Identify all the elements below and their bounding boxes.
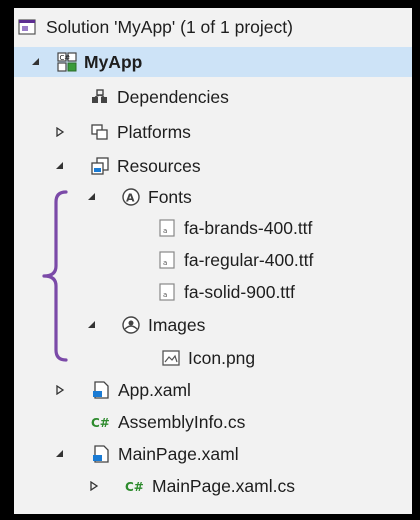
dependencies-icon (89, 86, 111, 108)
expanded-arrow-icon[interactable] (52, 446, 68, 462)
tree-item-platforms[interactable]: Platforms (14, 117, 412, 147)
tree-item-fa-solid[interactable]: a fa-solid-900.ttf (14, 277, 412, 307)
folder-icon (89, 121, 111, 143)
font-file-icon: a (156, 217, 178, 239)
tree-item-label: Fonts (148, 187, 192, 207)
images-folder-icon (120, 314, 142, 336)
solution-explorer-panel: Solution 'MyApp' (1 of 1 project) C# MyA… (14, 8, 412, 514)
tree-item-images[interactable]: Images (14, 310, 412, 340)
fonts-folder-icon: A (120, 186, 142, 208)
tree-item-fa-regular[interactable]: a fa-regular-400.ttf (14, 245, 412, 275)
collapsed-arrow-icon[interactable] (52, 382, 68, 398)
tree-item-assemblyinfo[interactable]: C# AssemblyInfo.cs (14, 407, 412, 437)
tree-item-label: fa-regular-400.ttf (184, 250, 314, 270)
tree-item-mainpage-xaml[interactable]: MainPage.xaml (14, 439, 412, 469)
tree-item-fa-brands[interactable]: a fa-brands-400.ttf (14, 213, 412, 243)
annotation-bracket (42, 190, 68, 362)
expanded-arrow-icon[interactable] (84, 189, 100, 205)
svg-text:C#: C# (125, 480, 144, 494)
csharp-file-icon: C# (124, 475, 146, 497)
tree-item-label: App.xaml (118, 380, 191, 400)
expanded-arrow-icon[interactable] (28, 54, 44, 70)
csharp-file-icon: C# (90, 411, 112, 433)
tree-item-label: AssemblyInfo.cs (118, 412, 246, 432)
collapsed-arrow-icon[interactable] (86, 478, 102, 494)
tree-item-label: fa-solid-900.ttf (184, 282, 295, 302)
xaml-file-icon (90, 379, 112, 401)
tree-item-app-xaml[interactable]: App.xaml (14, 375, 412, 405)
font-file-icon: a (156, 249, 178, 271)
tree-item-label: Icon.png (188, 348, 256, 368)
tree-item-label: Dependencies (117, 87, 229, 107)
xaml-file-icon (90, 443, 112, 465)
tree-item-label: MyApp (84, 52, 143, 72)
tree-item-label: fa-brands-400.ttf (184, 218, 313, 238)
svg-text:A: A (126, 192, 135, 205)
tree-item-icon-png[interactable]: Icon.png (14, 343, 412, 373)
expanded-arrow-icon[interactable] (52, 158, 68, 174)
svg-text:C#: C# (60, 54, 71, 62)
tree-item-mainpage-xaml-cs[interactable]: C# MainPage.xaml.cs (14, 471, 412, 501)
tree-item-solution[interactable]: Solution 'MyApp' (1 of 1 project) (14, 12, 412, 42)
svg-text:a: a (163, 259, 167, 267)
tree-item-label: Resources (117, 156, 201, 176)
tree-item-label: Images (148, 315, 206, 335)
tree-item-label: MainPage.xaml (118, 444, 239, 464)
solution-icon (16, 16, 38, 38)
tree-item-label: MainPage.xaml.cs (152, 476, 295, 496)
tree-item-label: Platforms (117, 122, 191, 142)
folder-icon (89, 155, 111, 177)
expanded-arrow-icon[interactable] (84, 317, 100, 333)
svg-text:C#: C# (91, 416, 110, 430)
tree-item-dependencies[interactable]: Dependencies (14, 82, 412, 112)
image-file-icon (160, 347, 182, 369)
svg-text:a: a (163, 227, 167, 235)
svg-text:a: a (163, 291, 167, 299)
font-file-icon: a (156, 281, 178, 303)
collapsed-arrow-icon[interactable] (52, 124, 68, 140)
tree-item-label: Solution 'MyApp' (1 of 1 project) (46, 17, 293, 37)
tree-item-resources[interactable]: Resources (14, 151, 412, 181)
project-icon: C# (56, 51, 78, 73)
tree-item-fonts[interactable]: A Fonts (14, 182, 412, 212)
tree-item-project-myapp[interactable]: C# MyApp (14, 47, 412, 77)
